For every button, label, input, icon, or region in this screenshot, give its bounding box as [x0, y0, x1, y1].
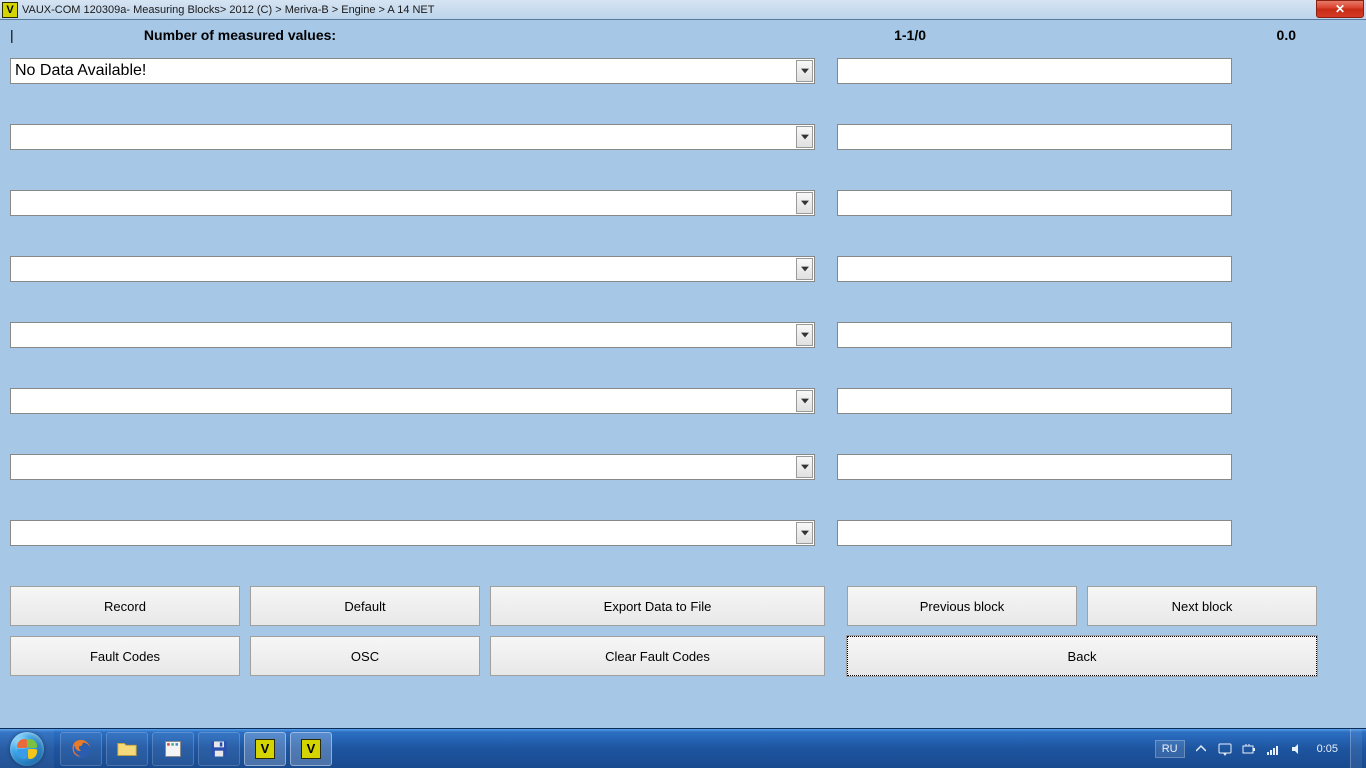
measure-value-5 [837, 322, 1232, 348]
back-button[interactable]: Back [847, 636, 1317, 676]
default-button[interactable]: Default [250, 586, 480, 626]
button-rows: Record Default Export Data to File Previ… [10, 586, 1356, 676]
measure-combo-8[interactable] [10, 520, 815, 546]
app-v-icon: V [301, 739, 321, 759]
app-icon: V [2, 2, 18, 18]
app-v-icon: V [255, 739, 275, 759]
measure-combo-2[interactable] [10, 124, 815, 150]
start-button[interactable] [0, 729, 54, 768]
clear-fault-codes-button[interactable]: Clear Fault Codes [490, 636, 825, 676]
client-area: | Number of measured values: 1-1/0 0.0 N… [0, 20, 1366, 728]
data-row [10, 388, 1356, 414]
measure-value-2 [837, 124, 1232, 150]
measure-combo-5[interactable] [10, 322, 815, 348]
combo-text: No Data Available! [15, 62, 146, 80]
header-mid-value: 1-1/0 [450, 27, 956, 43]
record-button[interactable]: Record [10, 586, 240, 626]
data-row [10, 454, 1356, 480]
data-row [10, 520, 1356, 546]
next-block-button[interactable]: Next block [1087, 586, 1317, 626]
data-row: No Data Available! [10, 58, 1356, 84]
network-icon[interactable] [1265, 739, 1281, 759]
chevron-down-icon[interactable] [796, 522, 813, 544]
measure-combo-6[interactable] [10, 388, 815, 414]
taskbar-item-vauxcom-2[interactable]: V [290, 732, 332, 766]
header-right-value: 0.0 [956, 27, 1356, 43]
data-row [10, 256, 1356, 282]
system-tray: RU 0:05 [1155, 729, 1362, 768]
chevron-down-icon[interactable] [796, 192, 813, 214]
grid-icon [162, 738, 184, 760]
close-button[interactable]: ✕ [1316, 0, 1364, 18]
task-items: V V [60, 732, 336, 766]
show-desktop-button[interactable] [1350, 729, 1362, 768]
measure-combo-1[interactable]: No Data Available! [10, 58, 815, 84]
header-row: | Number of measured values: 1-1/0 0.0 [10, 24, 1356, 46]
data-row [10, 322, 1356, 348]
floppy-icon [208, 738, 230, 760]
measure-value-6 [837, 388, 1232, 414]
fault-codes-button[interactable]: Fault Codes [10, 636, 240, 676]
taskbar-item-firefox[interactable] [60, 732, 102, 766]
language-indicator[interactable]: RU [1155, 740, 1185, 758]
data-row [10, 190, 1356, 216]
clock[interactable]: 0:05 [1317, 743, 1338, 755]
measure-combo-4[interactable] [10, 256, 815, 282]
folder-icon [116, 738, 138, 760]
header-label: Number of measured values: [30, 27, 450, 43]
measure-value-1 [837, 58, 1232, 84]
chevron-down-icon[interactable] [796, 60, 813, 82]
measure-value-4 [837, 256, 1232, 282]
window-titlebar: V VAUX-COM 120309a- Measuring Blocks> 20… [0, 0, 1366, 20]
header-cursor: | [10, 27, 30, 43]
data-rows: No Data Available! [10, 58, 1356, 546]
taskbar: V V RU 0:05 [0, 728, 1366, 768]
measure-combo-7[interactable] [10, 454, 815, 480]
firefox-icon [70, 738, 92, 760]
chevron-down-icon[interactable] [796, 324, 813, 346]
power-icon[interactable] [1241, 739, 1257, 759]
taskbar-item-app1[interactable] [152, 732, 194, 766]
measure-value-8 [837, 520, 1232, 546]
window-title: VAUX-COM 120309a- Measuring Blocks> 2012… [22, 4, 435, 16]
tray-chevron-icon[interactable] [1193, 739, 1209, 759]
data-row [10, 124, 1356, 150]
volume-icon[interactable] [1289, 739, 1305, 759]
close-icon: ✕ [1335, 2, 1345, 16]
chevron-down-icon[interactable] [796, 126, 813, 148]
chevron-down-icon[interactable] [796, 456, 813, 478]
taskbar-item-explorer[interactable] [106, 732, 148, 766]
previous-block-button[interactable]: Previous block [847, 586, 1077, 626]
osc-button[interactable]: OSC [250, 636, 480, 676]
chevron-down-icon[interactable] [796, 258, 813, 280]
button-row-2: Fault Codes OSC Clear Fault Codes Back [10, 636, 1356, 676]
taskbar-item-save[interactable] [198, 732, 240, 766]
measure-combo-3[interactable] [10, 190, 815, 216]
action-center-icon[interactable] [1217, 739, 1233, 759]
measure-value-3 [837, 190, 1232, 216]
export-button[interactable]: Export Data to File [490, 586, 825, 626]
taskbar-item-vauxcom-1[interactable]: V [244, 732, 286, 766]
chevron-down-icon[interactable] [796, 390, 813, 412]
measure-value-7 [837, 454, 1232, 480]
button-row-1: Record Default Export Data to File Previ… [10, 586, 1356, 626]
windows-logo-icon [10, 732, 44, 766]
